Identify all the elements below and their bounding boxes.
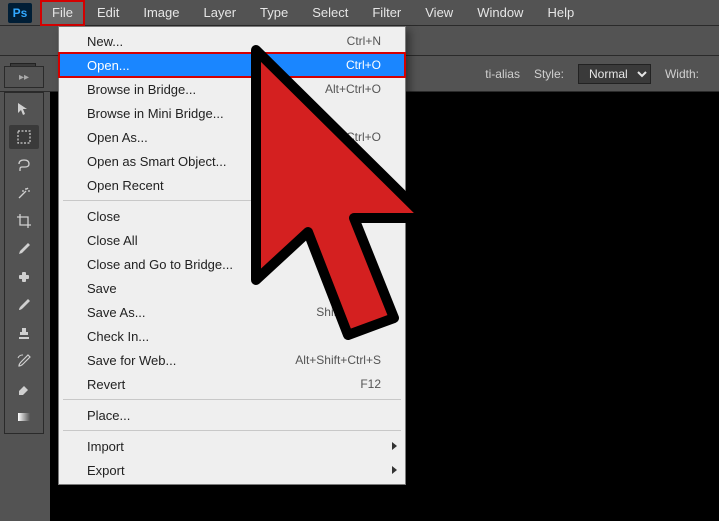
menu-item-browse-in-bridge[interactable]: Browse in Bridge... Alt+Ctrl+O (59, 77, 405, 101)
menu-item-save-as[interactable]: Save As... Shift+Ctrl+S (59, 300, 405, 324)
width-label: Width: (665, 67, 699, 81)
menu-item-label: Close (87, 209, 120, 224)
menu-item-label: Browse in Mini Bridge... (87, 106, 224, 121)
submenu-arrow-icon (392, 442, 397, 450)
menu-item-label: Open... (87, 58, 130, 73)
menu-layer[interactable]: Layer (192, 0, 249, 26)
menu-item-shortcut: Alt+Ctrl+O (325, 82, 381, 96)
menu-item-place[interactable]: Place... (59, 403, 405, 427)
menu-type[interactable]: Type (248, 0, 300, 26)
eyedropper-tool[interactable] (9, 237, 39, 261)
menu-item-label: Import (87, 439, 124, 454)
menu-item-browse-in-mini-bridge[interactable]: Browse in Mini Bridge... (59, 101, 405, 125)
menu-item-shortcut: Ctrl+O (346, 58, 381, 72)
menu-view[interactable]: View (413, 0, 465, 26)
style-label: Style: (534, 67, 564, 81)
submenu-arrow-icon (392, 466, 397, 474)
eraser-tool[interactable] (9, 377, 39, 401)
menu-item-label: Close and Go to Bridge... (87, 257, 233, 272)
menu-item-shortcut: Alt+Shift+Ctrl+O (294, 130, 381, 144)
menu-item-label: Open As... (87, 130, 148, 145)
file-menu-dropdown: New... Ctrl+N Open... Ctrl+O Browse in Bridg… (58, 26, 406, 485)
menu-item-label: Open as Smart Object... (87, 154, 226, 169)
menu-item-save[interactable]: Save Ctrl+S (59, 276, 405, 300)
menu-item-label: Save (87, 281, 117, 296)
menu-item-open[interactable]: Open... Ctrl+O (59, 53, 405, 77)
gradient-tool[interactable] (9, 405, 39, 429)
menu-help[interactable]: Help (535, 0, 586, 26)
menu-item-export[interactable]: Export (59, 458, 405, 482)
menu-item-revert[interactable]: Revert F12 (59, 372, 405, 396)
menu-item-open-recent[interactable]: Open Recent (59, 173, 405, 197)
menu-item-shortcut: Ctrl+N (347, 34, 381, 48)
stamp-tool[interactable] (9, 321, 39, 345)
menu-item-label: Check In... (87, 329, 149, 344)
menu-item-close-all[interactable]: Close All (59, 228, 405, 252)
menu-item-close[interactable]: Close (59, 204, 405, 228)
history-brush-tool[interactable] (9, 349, 39, 373)
menu-select[interactable]: Select (300, 0, 360, 26)
style-select[interactable]: Normal (578, 64, 651, 84)
menu-item-shortcut: F12 (360, 377, 381, 391)
submenu-arrow-icon (392, 181, 397, 189)
menu-item-new[interactable]: New... Ctrl+N (59, 29, 405, 53)
menu-window[interactable]: Window (465, 0, 535, 26)
move-tool[interactable] (9, 97, 39, 121)
menu-image[interactable]: Image (131, 0, 191, 26)
menu-item-label: Export (87, 463, 125, 478)
menu-item-label: Save As... (87, 305, 146, 320)
wand-tool[interactable] (9, 181, 39, 205)
menu-item-shortcut: Ctrl+S (347, 281, 381, 295)
toolbox (4, 92, 44, 434)
menu-item-label: Open Recent (87, 178, 164, 193)
toolbox-collapse[interactable]: ▸▸ (4, 66, 44, 88)
menu-edit[interactable]: Edit (85, 0, 131, 26)
menubar: Ps File Edit Image Layer Type Select Fil… (0, 0, 719, 26)
menu-item-shortcut: Shift+Ctrl+S (316, 305, 381, 319)
menu-item-label: Save for Web... (87, 353, 176, 368)
menu-item-import[interactable]: Import (59, 434, 405, 458)
menu-filter[interactable]: Filter (360, 0, 413, 26)
menu-separator (63, 430, 401, 431)
menu-item-label: Close All (87, 233, 138, 248)
healing-tool[interactable] (9, 265, 39, 289)
menu-item-save-for-web[interactable]: Save for Web... Alt+Shift+Ctrl+S (59, 348, 405, 372)
brush-tool[interactable] (9, 293, 39, 317)
anti-alias-label: ti-alias (485, 67, 520, 81)
crop-tool[interactable] (9, 209, 39, 233)
marquee-tool[interactable] (9, 125, 39, 149)
photoshop-window: Ps File Edit Image Layer Type Select Fil… (0, 0, 719, 521)
menu-item-shortcut: Alt+Shift+Ctrl+S (295, 353, 381, 367)
app-logo: Ps (8, 3, 32, 23)
menu-item-label: New... (87, 34, 123, 49)
menu-item-open-as[interactable]: Open As... Alt+Shift+Ctrl+O (59, 125, 405, 149)
menu-file[interactable]: File (40, 0, 85, 26)
menu-item-label: Revert (87, 377, 125, 392)
menu-item-label: Browse in Bridge... (87, 82, 196, 97)
menu-item-label: Place... (87, 408, 130, 423)
menu-item-close-and-go-to-bridge[interactable]: Close and Go to Bridge... (59, 252, 405, 276)
lasso-tool[interactable] (9, 153, 39, 177)
menu-separator (63, 399, 401, 400)
menu-item-check-in[interactable]: Check In... (59, 324, 405, 348)
menu-item-open-as-smart-object[interactable]: Open as Smart Object... (59, 149, 405, 173)
menu-separator (63, 200, 401, 201)
